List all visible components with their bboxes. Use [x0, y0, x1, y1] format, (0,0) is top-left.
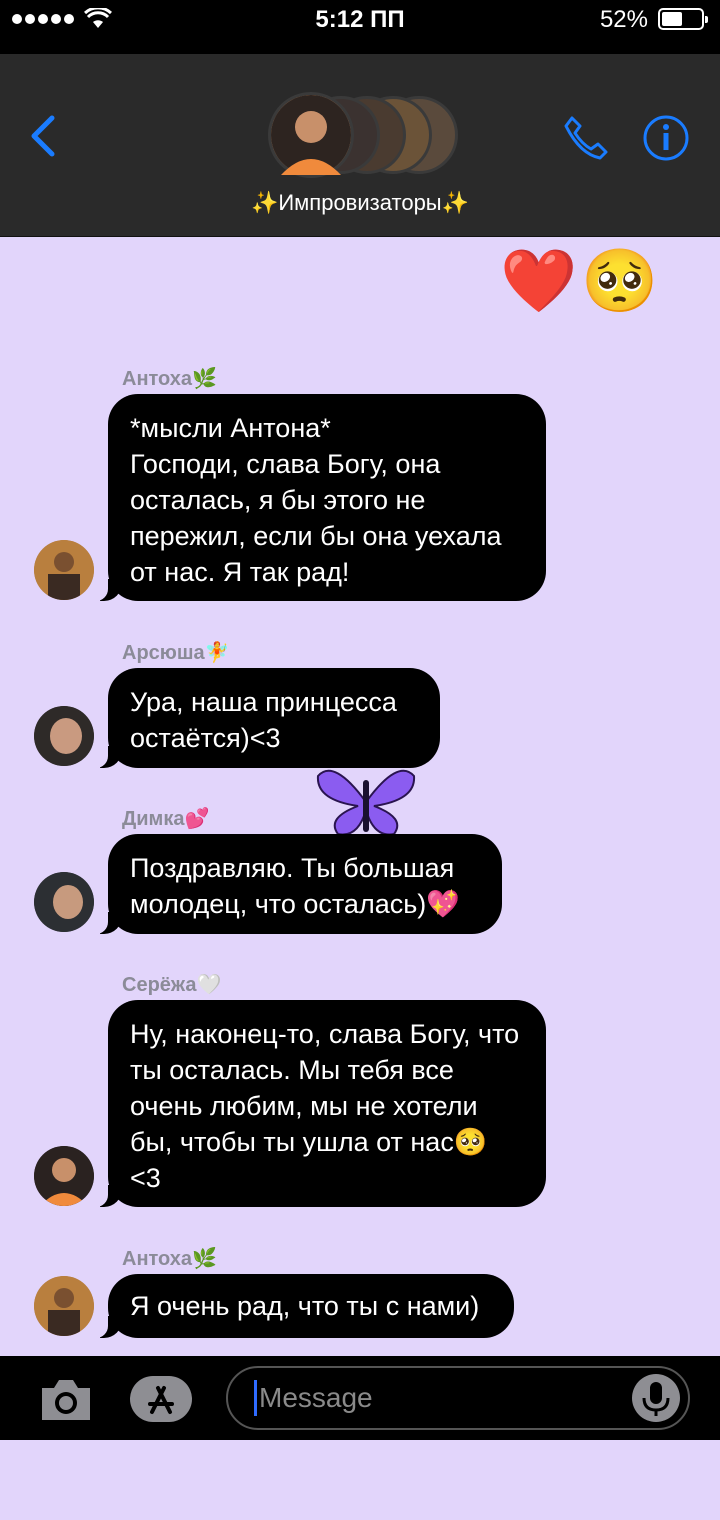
battery-icon — [658, 8, 708, 30]
butterfly-icon — [316, 769, 416, 836]
sender-name: Антоха🌿 — [122, 1248, 217, 1270]
group-avatars[interactable] — [268, 92, 458, 178]
message-input[interactable] — [254, 1380, 614, 1416]
status-bar: 5:12 ПП 52% — [0, 0, 720, 54]
sender-name: Димка💕 — [122, 808, 210, 830]
camera-icon[interactable] — [38, 1376, 94, 1424]
avatar — [34, 1276, 94, 1336]
app-store-icon[interactable] — [130, 1376, 192, 1422]
avatar — [34, 540, 94, 600]
conversation-header: ✨Импровизаторы✨ — [0, 54, 720, 237]
sender-name: Серёжа🤍 — [122, 974, 222, 996]
sender-name: Антоха🌿 — [122, 368, 217, 390]
message-list[interactable]: ❤️ 🥺 Антоха🌿 *мысли Антона* Господи, сла… — [0, 236, 720, 1356]
sender-name: Арсюша🧚 — [122, 642, 230, 664]
message-bubble[interactable]: Поздравляю. Ты большая молодец, что оста… — [90, 834, 502, 934]
avatar — [34, 706, 94, 766]
message-composer — [0, 1356, 720, 1440]
message-bubble[interactable]: *мысли Антона* Господи, слава Богу, она … — [90, 394, 546, 601]
reaction-emojis: ❤️ 🥺 — [500, 244, 658, 320]
avatar — [34, 1146, 94, 1206]
info-icon[interactable] — [642, 114, 690, 162]
microphone-icon[interactable] — [632, 1374, 680, 1422]
phone-icon[interactable] — [562, 114, 610, 162]
heart-emoji: ❤️ — [500, 247, 578, 316]
battery-percent: 52% — [599, 6, 648, 33]
pleading-face-emoji: 🥺 — [581, 247, 659, 316]
avatar — [34, 872, 94, 932]
message-bubble[interactable]: Ура, наша принцесса остаётся)<3 — [90, 668, 440, 768]
message-input-container — [226, 1366, 690, 1430]
bottom-background — [0, 1440, 720, 1520]
person-icon — [271, 95, 351, 175]
message-bubble[interactable]: Ну, наконец-то, слава Богу, что ты остал… — [90, 1000, 546, 1207]
avatar — [268, 92, 354, 178]
group-name[interactable]: ✨Импровизаторы✨ — [0, 190, 720, 216]
back-button[interactable] — [26, 114, 58, 158]
message-bubble[interactable]: Я очень рад, что ты с нами) — [90, 1274, 514, 1338]
